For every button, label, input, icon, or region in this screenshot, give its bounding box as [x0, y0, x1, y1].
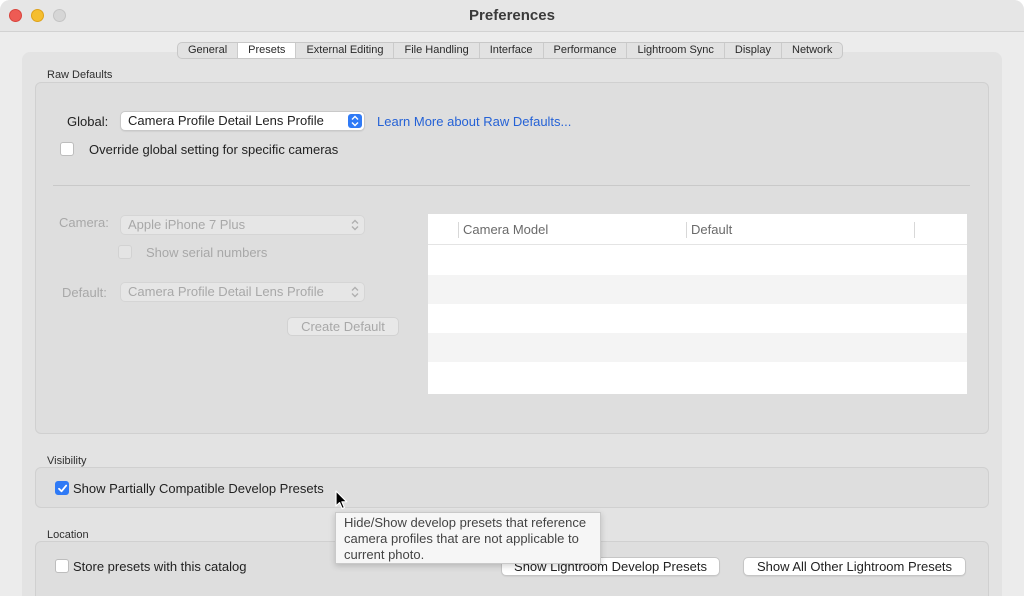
- column-header-camera-model[interactable]: Camera Model: [458, 222, 687, 238]
- override-global-label: Override global setting for specific cam…: [89, 142, 339, 157]
- table-header: Camera Model Default: [428, 214, 967, 245]
- table-row: [428, 362, 967, 391]
- table-row: [428, 275, 967, 304]
- preferences-tab-bar: General Presets External Editing File Ha…: [177, 42, 844, 59]
- camera-value: Apple iPhone 7 Plus: [128, 217, 246, 232]
- global-profile-value: Camera Profile Detail Lens Profile: [128, 113, 324, 128]
- show-serial-numbers-checkbox[interactable]: [118, 245, 132, 259]
- select-stepper-icon: [348, 285, 362, 299]
- table-row: [428, 246, 967, 275]
- raw-defaults-heading: Raw Defaults: [47, 69, 113, 81]
- title-bar: Preferences: [0, 0, 1024, 32]
- raw-defaults-divider: [53, 185, 970, 186]
- column-header-default[interactable]: Default: [686, 222, 914, 238]
- tab-external-editing[interactable]: External Editing: [296, 43, 395, 58]
- global-profile-select[interactable]: Camera Profile Detail Lens Profile: [120, 111, 365, 131]
- learn-more-raw-defaults-link[interactable]: Learn More about Raw Defaults...: [377, 114, 571, 129]
- show-serial-numbers-label: Show serial numbers: [146, 245, 268, 260]
- tab-display[interactable]: Display: [725, 43, 782, 58]
- show-partially-compatible-checkbox[interactable]: [55, 481, 69, 495]
- tab-presets[interactable]: Presets: [238, 43, 297, 58]
- override-global-checkbox[interactable]: [60, 142, 74, 156]
- select-stepper-icon: [348, 114, 362, 128]
- default-profile-select[interactable]: Camera Profile Detail Lens Profile: [120, 282, 365, 302]
- tab-general[interactable]: General: [178, 43, 239, 58]
- tab-network[interactable]: Network: [782, 43, 842, 58]
- tooltip-line: camera profiles that are not applicable …: [344, 531, 579, 546]
- store-presets-label: Store presets with this catalog: [73, 559, 247, 574]
- tooltip: Hide/Show develop presets that reference…: [335, 512, 601, 564]
- tooltip-line: Hide/Show develop presets that reference: [344, 515, 587, 530]
- location-heading: Location: [47, 529, 89, 541]
- show-other-presets-button[interactable]: Show All Other Lightroom Presets: [743, 557, 966, 576]
- table-row: [428, 333, 967, 362]
- table-row: [428, 304, 967, 333]
- show-partially-compatible-label: Show Partially Compatible Develop Preset…: [73, 481, 324, 496]
- checkmark-icon: [58, 484, 68, 493]
- tooltip-line: current photo.: [344, 547, 425, 562]
- camera-defaults-table: Camera Model Default: [428, 214, 967, 394]
- window-title: Preferences: [469, 7, 555, 24]
- store-presets-checkbox[interactable]: [55, 559, 69, 573]
- create-default-button[interactable]: Create Default: [287, 317, 399, 336]
- global-label: Global:: [67, 114, 109, 129]
- column-header-empty: [914, 222, 967, 238]
- tab-performance[interactable]: Performance: [544, 43, 628, 58]
- tab-lightroom-sync[interactable]: Lightroom Sync: [627, 43, 725, 58]
- tab-interface[interactable]: Interface: [480, 43, 544, 58]
- tab-file-handling[interactable]: File Handling: [394, 43, 480, 58]
- camera-select[interactable]: Apple iPhone 7 Plus: [120, 215, 365, 235]
- visibility-heading: Visibility: [47, 455, 87, 467]
- mouse-pointer-icon: [335, 490, 348, 510]
- default-profile-value: Camera Profile Detail Lens Profile: [128, 284, 324, 299]
- preferences-window: Preferences General Presets External Edi…: [0, 0, 1024, 596]
- select-stepper-icon: [348, 218, 362, 232]
- default-label: Default:: [62, 285, 107, 300]
- camera-label: Camera:: [59, 215, 109, 230]
